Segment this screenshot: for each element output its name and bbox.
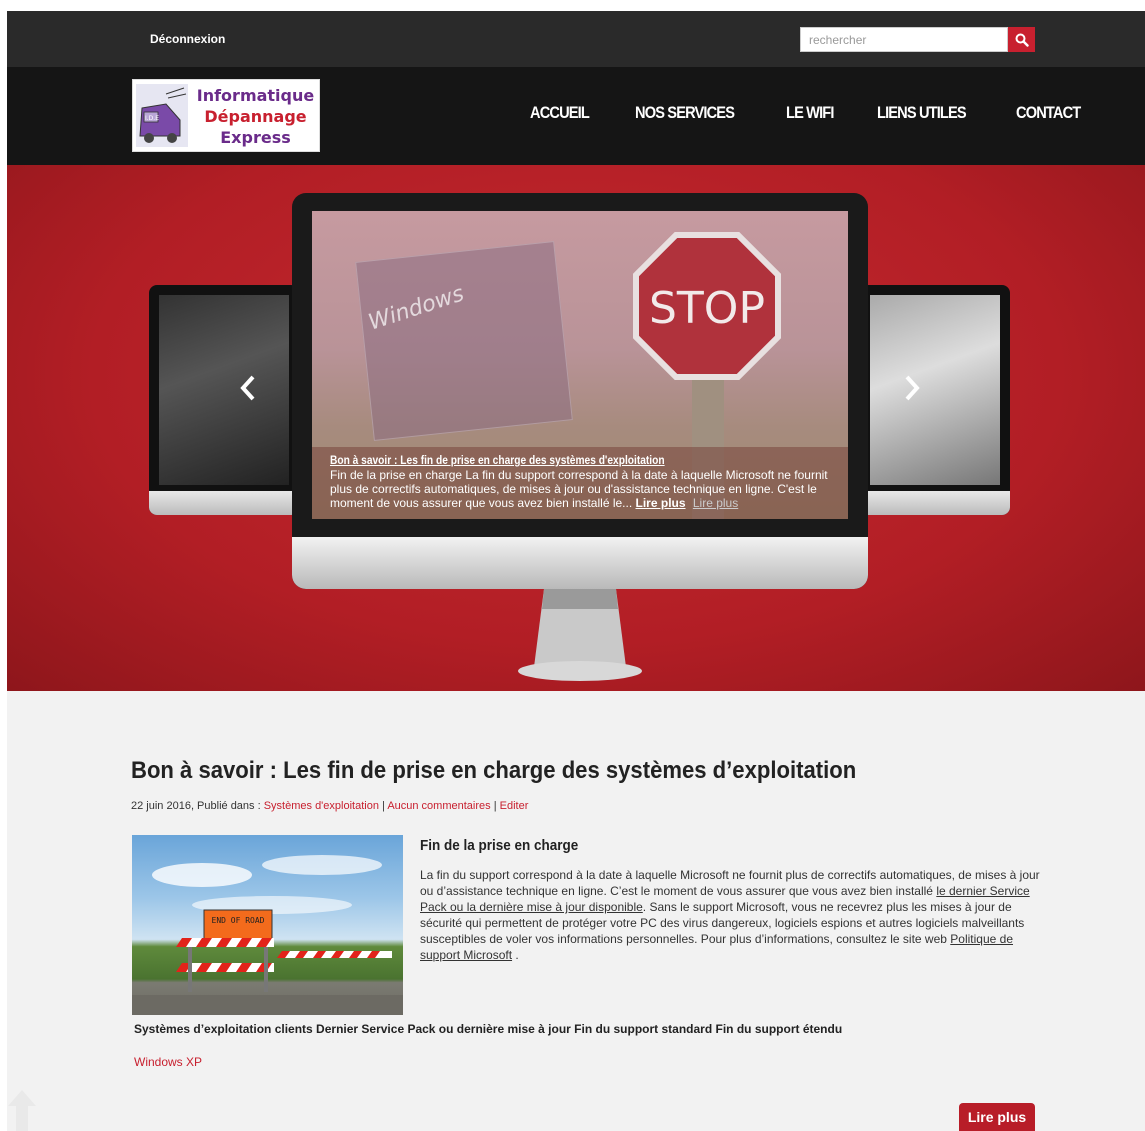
side-monitor-left [149, 285, 299, 515]
post-meta: 22 juin 2016, Publié dans : Systèmes d'e… [131, 800, 528, 812]
monitor-stand [518, 589, 642, 681]
read-more-button[interactable]: Lire plus [959, 1103, 1035, 1131]
nav-item-le-wifi[interactable]: LE WIFI [786, 103, 834, 123]
site-logo[interactable]: I.D.E Informatique Dépannage Express [132, 79, 320, 152]
post-edit-link[interactable]: Editer [500, 800, 529, 812]
post-section-title: Fin de la prise en charge [420, 837, 579, 854]
post-comments-link[interactable]: Aucun commentaires [387, 800, 490, 812]
post-date: 22 juin 2016, Publié dans : [131, 800, 264, 812]
os-table-first-item[interactable]: Windows XP [134, 1055, 202, 1069]
svg-text:STOP: STOP [649, 283, 765, 334]
nav-item-accueil[interactable]: ACCUEIL [530, 103, 590, 123]
logo-line-2: Dépannage [204, 107, 307, 126]
stop-sign-icon: STOP [633, 232, 781, 380]
hero-slider: Windows STOP Bon à savoir : Les fin de p… [7, 165, 1145, 691]
meta-separator: | [490, 800, 500, 812]
svg-text:I.D.E: I.D.E [145, 115, 159, 122]
post-body: La fin du support correspond à la date à… [420, 867, 1040, 963]
slide-image[interactable]: Windows STOP Bon à savoir : Les fin de p… [312, 211, 848, 519]
os-table-header: Systèmes d’exploitation clients Dernier … [134, 1022, 843, 1036]
slide-caption: Bon à savoir : Les fin de prise en charg… [312, 447, 848, 519]
windows-box-image [355, 241, 573, 441]
nav-item-liens-utiles[interactable]: LIENS UTILES [877, 103, 967, 123]
main-content: Bon à savoir : Les fin de prise en charg… [7, 691, 1145, 1131]
top-bar: Déconnexion [7, 11, 1145, 67]
logout-link[interactable]: Déconnexion [150, 32, 225, 46]
svg-text:END OF ROAD: END OF ROAD [212, 916, 265, 925]
chevron-left-icon [240, 375, 255, 401]
post-body-text: . [512, 948, 519, 962]
slide-read-more-link[interactable]: Lire plus [636, 496, 686, 510]
slide-caption-title[interactable]: Bon à savoir : Les fin de prise en charg… [330, 453, 755, 467]
logo-line-3: Express [220, 128, 291, 147]
post-category-link[interactable]: Systèmes d'exploitation [264, 800, 379, 812]
van-logo-icon: I.D.E [136, 84, 188, 147]
slide-caption-text: Fin de la prise en charge La fin du supp… [330, 468, 828, 510]
slide-read-more-link-faded[interactable]: Lire plus [693, 496, 738, 510]
scroll-to-top-button[interactable] [7, 1080, 37, 1131]
search-button[interactable] [1008, 27, 1035, 52]
slider-next-button[interactable] [900, 371, 924, 405]
main-nav: ACCUEIL NOS SERVICES LE WIFI LIENS UTILE… [530, 103, 1091, 123]
arrow-up-icon [8, 1090, 36, 1131]
nav-item-contact[interactable]: CONTACT [1016, 103, 1081, 123]
side-chin-left [149, 491, 299, 515]
search-icon [1015, 33, 1029, 47]
side-screen-left [159, 295, 289, 485]
end-of-road-barrier-image: END OF ROAD [132, 855, 403, 1015]
nav-item-nos-services[interactable]: NOS SERVICES [635, 103, 735, 123]
slider-prev-button[interactable] [236, 371, 260, 405]
main-monitor: Windows STOP Bon à savoir : Les fin de p… [292, 193, 868, 681]
side-screen-right [870, 295, 1000, 485]
side-chin-right [860, 491, 1010, 515]
logo-wordmark: Informatique Dépannage Express [193, 85, 318, 148]
search-input[interactable] [800, 27, 1008, 52]
post-title[interactable]: Bon à savoir : Les fin de prise en charg… [131, 757, 856, 785]
site-header: I.D.E Informatique Dépannage Express ACC… [7, 67, 1145, 165]
logo-line-1: Informatique [196, 86, 315, 105]
search-form [800, 27, 1035, 52]
side-monitor-right [860, 285, 1010, 515]
monitor-chin [292, 537, 868, 589]
chevron-right-icon [905, 375, 920, 401]
post-thumbnail[interactable]: END OF ROAD [132, 835, 403, 1015]
